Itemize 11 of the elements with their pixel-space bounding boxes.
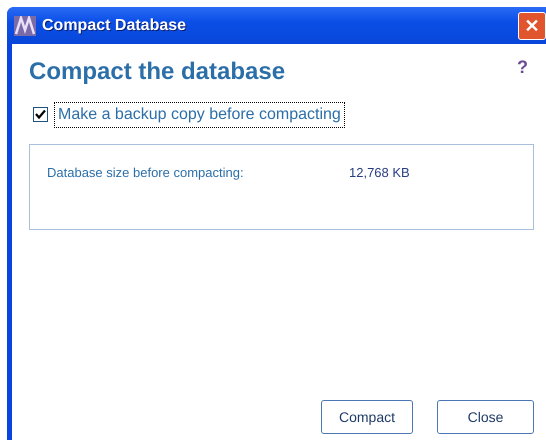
close-button[interactable]: Close — [437, 400, 534, 434]
backup-label[interactable]: Make a backup copy before compacting — [54, 102, 345, 128]
size-value: 12,768 KB — [349, 164, 410, 182]
help-button[interactable]: ? — [517, 54, 528, 81]
compact-button[interactable]: Compact — [321, 400, 413, 434]
dialog-heading: Compact the database — [29, 58, 286, 87]
size-label: Database size before compacting: — [47, 164, 245, 182]
close-button[interactable]: ✕ — [518, 12, 546, 40]
app-icon — [14, 16, 36, 36]
window-title: Compact Database — [42, 16, 186, 36]
backup-checkbox[interactable] — [33, 107, 48, 122]
